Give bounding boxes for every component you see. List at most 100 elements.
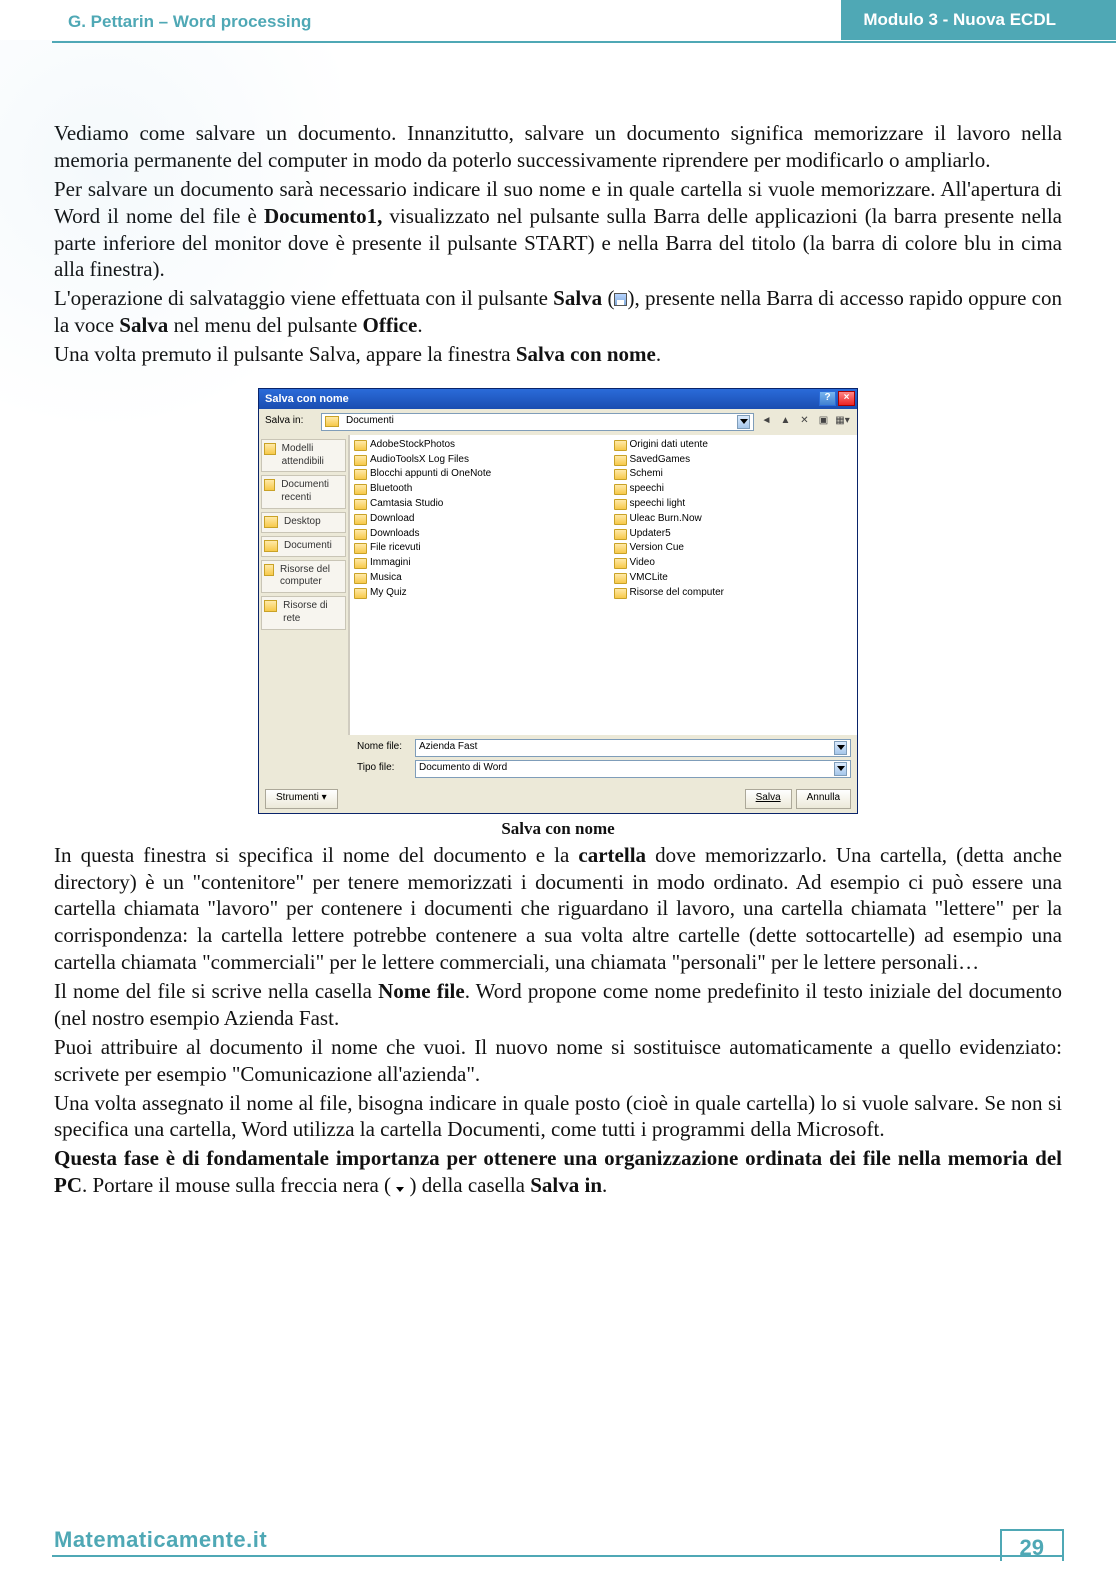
folder-icon bbox=[614, 529, 627, 540]
paragraph: In questa finestra si specifica il nome … bbox=[54, 842, 1062, 976]
filetype-input[interactable]: Documento di Word bbox=[415, 760, 851, 778]
places-item[interactable]: Documenti recenti bbox=[261, 475, 346, 509]
folder-icon bbox=[325, 416, 339, 427]
page-header: G. Pettarin – Word processing Modulo 3 -… bbox=[0, 0, 1116, 42]
file-item[interactable]: Schemi bbox=[614, 467, 854, 482]
page-number: 29 bbox=[1000, 1529, 1064, 1561]
folder-icon bbox=[354, 469, 367, 480]
folder-icon bbox=[614, 455, 627, 466]
folder-icon bbox=[614, 440, 627, 451]
filename-input[interactable]: Azienda Fast bbox=[415, 739, 851, 757]
folder-icon bbox=[614, 484, 627, 495]
places-item[interactable]: Risorse di rete bbox=[261, 596, 346, 630]
folder-icon bbox=[354, 514, 367, 525]
cancel-button[interactable]: Annulla bbox=[796, 789, 851, 809]
new-folder-icon[interactable]: ▣ bbox=[815, 413, 832, 430]
footer-site: Matematicamente.it bbox=[54, 1527, 267, 1553]
toolbar-icons: ◄ ▲ ✕ ▣ ▦▾ bbox=[758, 413, 851, 430]
file-item[interactable]: SavedGames bbox=[614, 453, 854, 468]
footer-rule bbox=[52, 1555, 1064, 1557]
folder-icon bbox=[614, 499, 627, 510]
file-item[interactable]: Version Cue bbox=[614, 541, 854, 556]
save-button[interactable]: Salva bbox=[745, 789, 792, 809]
dialog-title: Salva con nome bbox=[265, 392, 349, 406]
file-item[interactable]: Video bbox=[614, 556, 854, 571]
places-item[interactable]: Documenti bbox=[261, 536, 346, 557]
header-right: Modulo 3 - Nuova ECDL bbox=[841, 0, 1116, 40]
file-item[interactable]: Immagini bbox=[354, 556, 594, 571]
dialog-titlebar[interactable]: Salva con nome ? × bbox=[259, 389, 857, 409]
folder-icon bbox=[264, 479, 275, 491]
file-item[interactable]: Updater5 bbox=[614, 527, 854, 542]
paragraph: L'operazione di salvataggio viene effett… bbox=[54, 285, 1062, 339]
places-bar: Modelli attendibiliDocumenti recenti Desk… bbox=[259, 435, 349, 735]
file-item[interactable]: Risorse del computer bbox=[614, 586, 854, 601]
file-item[interactable]: Uleac Burn.Now bbox=[614, 512, 854, 527]
save-icon bbox=[614, 293, 627, 306]
paragraph: Una volta assegnato il nome al file, bis… bbox=[54, 1090, 1062, 1144]
file-item[interactable]: Bluetooth bbox=[354, 482, 594, 497]
places-item[interactable]: Desktop bbox=[261, 512, 346, 533]
folder-icon bbox=[354, 484, 367, 495]
close-button[interactable]: × bbox=[838, 391, 855, 406]
page-footer: Matematicamente.it 29 bbox=[0, 1555, 1116, 1561]
views-icon[interactable]: ▦▾ bbox=[834, 413, 851, 430]
help-button[interactable]: ? bbox=[819, 391, 836, 406]
header-left: G. Pettarin – Word processing bbox=[68, 12, 311, 32]
file-item[interactable]: Blocchi appunti di OneNote bbox=[354, 467, 594, 482]
folder-icon bbox=[264, 540, 278, 552]
folder-icon bbox=[354, 558, 367, 569]
folder-icon bbox=[614, 543, 627, 554]
folder-icon bbox=[354, 573, 367, 584]
paragraph: Il nome del file si scrive nella casella… bbox=[54, 978, 1062, 1032]
file-item[interactable]: VMCLite bbox=[614, 571, 854, 586]
file-item[interactable]: Camtasia Studio bbox=[354, 497, 594, 512]
file-list[interactable]: AdobeStockPhotosAudioToolsX Log FilesBlo… bbox=[349, 435, 857, 735]
paragraph: Vediamo come salvare un documento. Innan… bbox=[54, 120, 1062, 174]
folder-icon bbox=[354, 440, 367, 451]
save-as-dialog: Salva con nome ? × Salva in: Documenti ◄… bbox=[258, 388, 858, 814]
folder-icon bbox=[614, 588, 627, 599]
places-item[interactable]: Risorse del computer bbox=[261, 560, 346, 594]
folder-icon bbox=[354, 529, 367, 540]
file-item[interactable]: speechi light bbox=[614, 497, 854, 512]
file-item[interactable]: My Quiz bbox=[354, 586, 594, 601]
file-item[interactable]: Downloads bbox=[354, 527, 594, 542]
folder-icon bbox=[614, 558, 627, 569]
file-item[interactable]: Musica bbox=[354, 571, 594, 586]
paragraph: Per salvare un documento sarà necessario… bbox=[54, 176, 1062, 284]
file-item[interactable]: File ricevuti bbox=[354, 541, 594, 556]
folder-icon bbox=[614, 469, 627, 480]
filename-label: Nome file: bbox=[357, 741, 409, 754]
paragraph: Puoi attribuire al documento il nome che… bbox=[54, 1034, 1062, 1088]
file-item[interactable]: AdobeStockPhotos bbox=[354, 438, 594, 453]
folder-icon bbox=[264, 600, 277, 612]
back-icon[interactable]: ◄ bbox=[758, 413, 775, 430]
save-in-label: Salva in: bbox=[265, 415, 317, 428]
folder-icon bbox=[354, 543, 367, 554]
file-item[interactable]: Download bbox=[354, 512, 594, 527]
folder-icon bbox=[354, 588, 367, 599]
up-folder-icon[interactable]: ▲ bbox=[777, 413, 794, 430]
file-item[interactable]: AudioToolsX Log Files bbox=[354, 453, 594, 468]
chevron-down-icon[interactable] bbox=[834, 741, 847, 755]
tools-button[interactable]: Strumenti ▾ bbox=[265, 789, 338, 809]
folder-icon bbox=[264, 443, 276, 455]
file-item[interactable]: speechi bbox=[614, 482, 854, 497]
folder-icon bbox=[354, 455, 367, 466]
header-rule bbox=[52, 41, 1116, 43]
chevron-down-icon[interactable] bbox=[834, 762, 847, 776]
folder-icon bbox=[264, 564, 274, 576]
filetype-label: Tipo file: bbox=[357, 762, 409, 775]
folder-icon bbox=[614, 514, 627, 525]
chevron-down-icon[interactable] bbox=[737, 415, 750, 429]
places-item[interactable]: Modelli attendibili bbox=[261, 439, 346, 473]
delete-icon[interactable]: ✕ bbox=[796, 413, 813, 430]
folder-icon bbox=[264, 516, 278, 528]
file-item[interactable]: Origini dati utente bbox=[614, 438, 854, 453]
folder-icon bbox=[614, 573, 627, 584]
folder-icon bbox=[354, 499, 367, 510]
paragraph: Una volta premuto il pulsante Salva, app… bbox=[54, 341, 1062, 368]
figure-caption: Salva con nome bbox=[54, 818, 1062, 840]
save-in-combo[interactable]: Documenti bbox=[321, 413, 754, 431]
